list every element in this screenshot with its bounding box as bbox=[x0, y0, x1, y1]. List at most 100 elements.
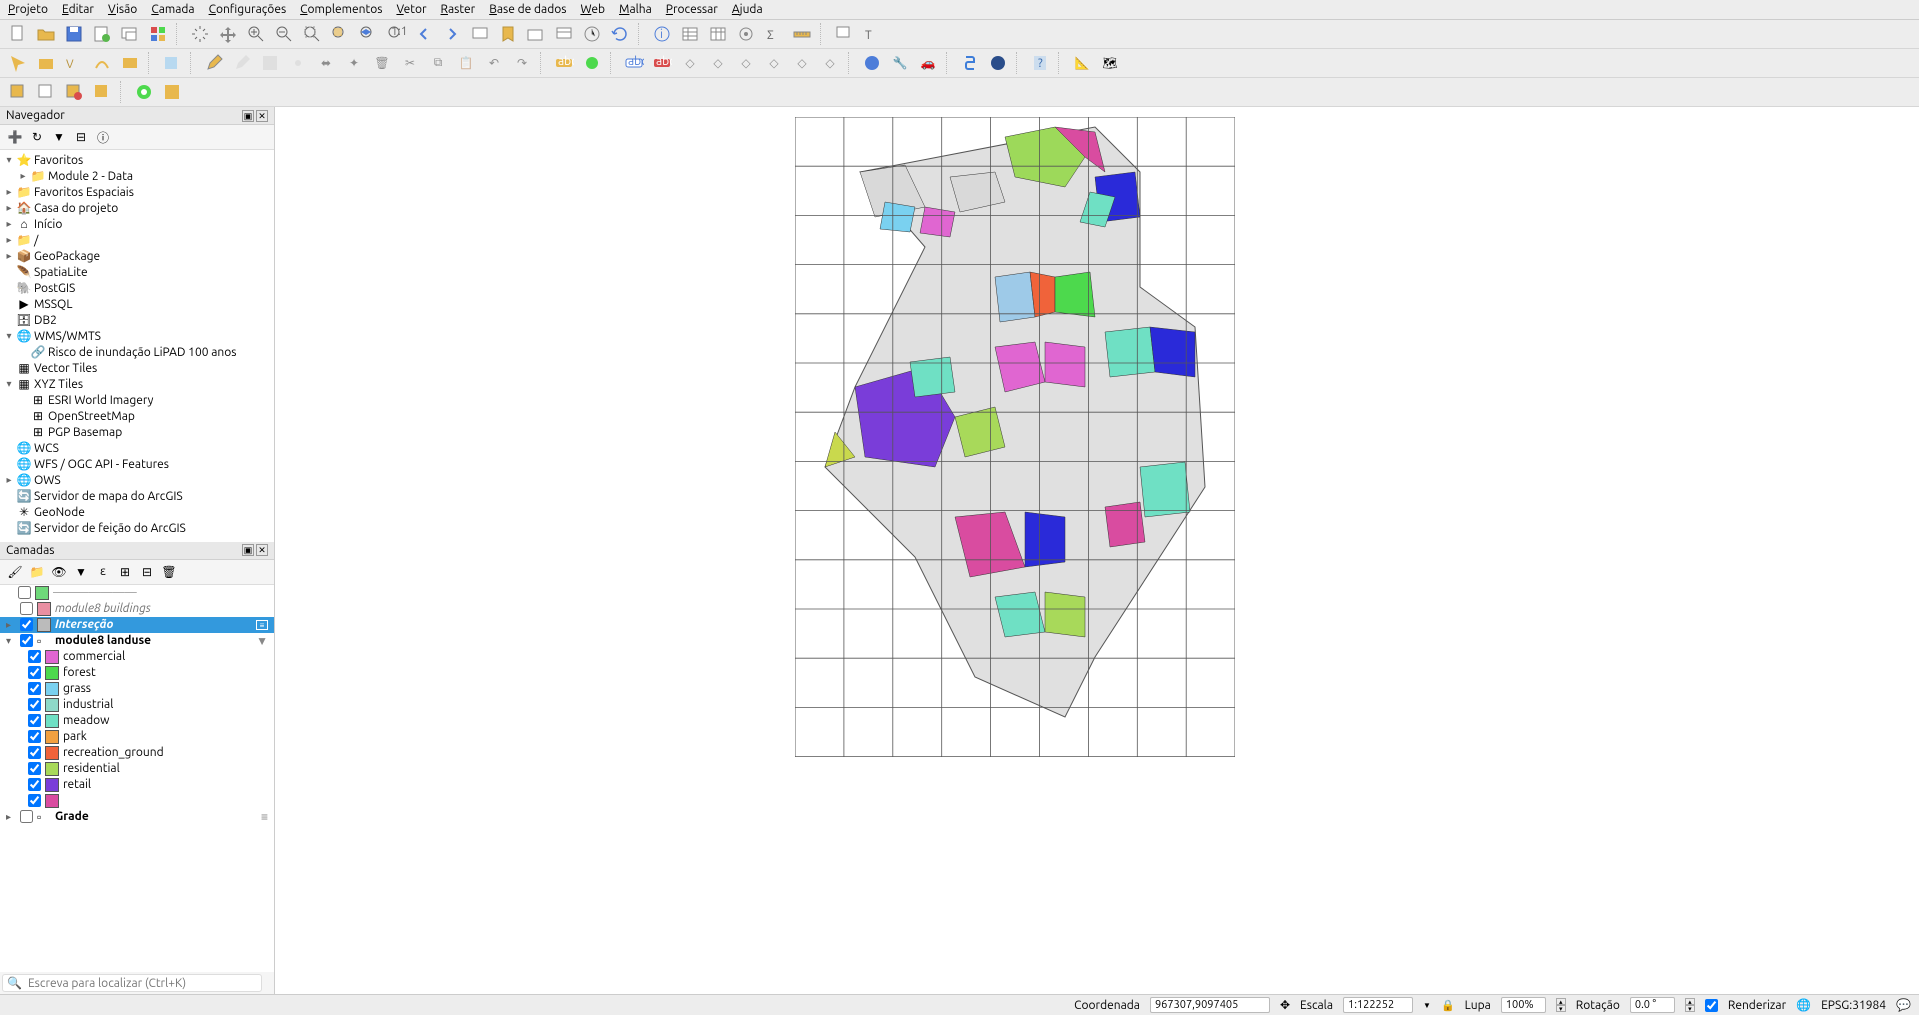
move-feature-button[interactable]: ⬌ bbox=[314, 51, 338, 75]
scale-input[interactable] bbox=[1343, 997, 1413, 1013]
zoom-last-button[interactable] bbox=[412, 22, 436, 46]
misc-tool-2[interactable]: 🗺 bbox=[1098, 51, 1122, 75]
layer-legend-item[interactable]: residential bbox=[0, 761, 274, 777]
browser-add-button[interactable]: ➕ bbox=[6, 128, 24, 146]
rot-down[interactable]: ▾ bbox=[1685, 1005, 1695, 1012]
browser-item[interactable]: ▸📁Module 2 - Data bbox=[18, 168, 274, 184]
label-tool-5[interactable]: ◇ bbox=[790, 51, 814, 75]
new-spatialite-button[interactable] bbox=[90, 51, 114, 75]
menu-vetor[interactable]: Vetor bbox=[396, 3, 426, 16]
browser-item[interactable]: ⊞OpenStreetMap bbox=[18, 408, 274, 424]
zoom-native-button[interactable]: 1:1 bbox=[384, 22, 408, 46]
help-button[interactable]: ? bbox=[1028, 51, 1052, 75]
browser-item[interactable]: 🔄Servidor de feição do ArcGIS bbox=[4, 520, 274, 536]
browser-tree[interactable]: ▾⭐Favoritos▸📁Module 2 - Data▸📁Favoritos … bbox=[0, 150, 274, 542]
browser-item[interactable]: ⊞ESRI World Imagery bbox=[18, 392, 274, 408]
menu-visão[interactable]: Visão bbox=[108, 3, 137, 16]
new-virtual-button[interactable] bbox=[118, 51, 142, 75]
zoom-full-button[interactable] bbox=[300, 22, 324, 46]
browser-item[interactable]: ▸📦GeoPackage bbox=[4, 248, 274, 264]
layer-legend-item[interactable]: grass bbox=[0, 681, 274, 697]
open-project-button[interactable] bbox=[34, 22, 58, 46]
style-manager-button[interactable] bbox=[146, 22, 170, 46]
plugin-globe-button[interactable] bbox=[860, 51, 884, 75]
mag-up[interactable]: ▴ bbox=[1556, 998, 1566, 1005]
label-tool-2[interactable]: ◇ bbox=[706, 51, 730, 75]
refresh-button[interactable] bbox=[608, 22, 632, 46]
label-highlight-button[interactable]: abc bbox=[622, 51, 646, 75]
layers-filter-button[interactable]: ▼ bbox=[72, 563, 90, 581]
zoom-next-button[interactable] bbox=[440, 22, 464, 46]
menu-projeto[interactable]: Projeto bbox=[8, 3, 48, 16]
paste-button[interactable]: 📋 bbox=[454, 51, 478, 75]
label-tool-4[interactable]: ◇ bbox=[762, 51, 786, 75]
browser-item[interactable]: 🔄Servidor de mapa do ArcGIS bbox=[4, 488, 274, 504]
redo-button[interactable]: ↷ bbox=[510, 51, 534, 75]
copy-button[interactable]: ⧉ bbox=[426, 51, 450, 75]
node-tool-button[interactable]: ✦ bbox=[342, 51, 366, 75]
zoom-in-button[interactable] bbox=[244, 22, 268, 46]
menu-complementos[interactable]: Complementos bbox=[300, 3, 382, 16]
browser-refresh-button[interactable]: ↻ bbox=[28, 128, 46, 146]
layers-expr-button[interactable]: ε bbox=[94, 563, 112, 581]
browser-item[interactable]: 🌐WFS / OGC API - Features bbox=[4, 456, 274, 472]
layer-row[interactable]: ▾▫module8 landuse▼ bbox=[0, 633, 274, 649]
menu-processar[interactable]: Processar bbox=[666, 3, 718, 16]
rot-up[interactable]: ▴ bbox=[1685, 998, 1695, 1005]
extents-icon[interactable]: ✥ bbox=[1280, 998, 1290, 1012]
menu-web[interactable]: Web bbox=[580, 3, 605, 16]
layers-remove-button[interactable]: 🗑 bbox=[160, 563, 178, 581]
new-memory-button[interactable] bbox=[160, 51, 184, 75]
layer-legend-item[interactable]: commercial bbox=[0, 649, 274, 665]
label-abc-button[interactable]: abc bbox=[552, 51, 576, 75]
zoom-selection-button[interactable] bbox=[328, 22, 352, 46]
browser-close-button[interactable]: ✕ bbox=[256, 110, 268, 122]
locator-input[interactable] bbox=[28, 977, 257, 990]
browser-item[interactable]: ▸🌐OWS bbox=[4, 472, 274, 488]
magnifier-input[interactable] bbox=[1501, 997, 1546, 1013]
browser-collapse-button[interactable]: ⊟ bbox=[72, 128, 90, 146]
zoom-out-button[interactable] bbox=[272, 22, 296, 46]
menu-raster[interactable]: Raster bbox=[441, 3, 476, 16]
plugin-car-button[interactable]: 🚗 bbox=[916, 51, 940, 75]
layers-expand-button[interactable]: ⊞ bbox=[116, 563, 134, 581]
browser-item[interactable]: ✳GeoNode bbox=[4, 504, 274, 520]
delete-selected-button[interactable]: 🗑 bbox=[370, 51, 394, 75]
new-project-button[interactable] bbox=[6, 22, 30, 46]
layer-legend-item[interactable] bbox=[0, 793, 274, 809]
undo-button[interactable]: ↶ bbox=[482, 51, 506, 75]
new-geopackage-button[interactable] bbox=[34, 51, 58, 75]
layer-legend-item[interactable]: park bbox=[0, 729, 274, 745]
identify-button[interactable]: i bbox=[650, 22, 674, 46]
label-pin-button[interactable]: abc bbox=[650, 51, 674, 75]
browser-item[interactable]: ▾⭐Favoritos bbox=[4, 152, 274, 168]
layer-row[interactable]: module8 buildings bbox=[0, 601, 274, 617]
select-all-button[interactable] bbox=[90, 80, 114, 104]
map-canvas[interactable] bbox=[275, 107, 1919, 994]
save-project-button[interactable] bbox=[62, 22, 86, 46]
zoom-layer-button[interactable] bbox=[356, 22, 380, 46]
select-value-button[interactable] bbox=[34, 80, 58, 104]
browser-item[interactable]: 🌐WCS bbox=[4, 440, 274, 456]
field-calc-button[interactable] bbox=[706, 22, 730, 46]
menu-ajuda[interactable]: Ajuda bbox=[732, 3, 763, 16]
browser-item[interactable]: ▾🌐WMS/WMTS bbox=[4, 328, 274, 344]
misc-tool-1[interactable]: 📐 bbox=[1070, 51, 1094, 75]
select-rect-button[interactable] bbox=[6, 80, 30, 104]
new-print-layout-button[interactable] bbox=[90, 22, 114, 46]
coord-input[interactable] bbox=[1150, 997, 1270, 1013]
layer-legend-item[interactable]: forest bbox=[0, 665, 274, 681]
temporal-button[interactable] bbox=[524, 22, 548, 46]
temporal-controller-button[interactable] bbox=[580, 22, 604, 46]
pan-to-selection-button[interactable] bbox=[216, 22, 240, 46]
browser-item[interactable]: ▸⌂Início bbox=[4, 216, 274, 232]
new-shapefile-button[interactable]: V bbox=[62, 51, 86, 75]
browser-item[interactable]: ▦Vector Tiles bbox=[4, 360, 274, 376]
locate-button[interactable] bbox=[132, 80, 156, 104]
layer-row[interactable]: ▸▫Grade≡ bbox=[0, 809, 274, 825]
messages-icon[interactable]: 💬 bbox=[1896, 998, 1911, 1012]
bookmarks-button[interactable] bbox=[552, 22, 576, 46]
locator-search[interactable]: 🔍 bbox=[2, 974, 262, 992]
layers-visibility-button[interactable]: 👁 bbox=[50, 563, 68, 581]
browser-item[interactable]: 🪶SpatiaLite bbox=[4, 264, 274, 280]
